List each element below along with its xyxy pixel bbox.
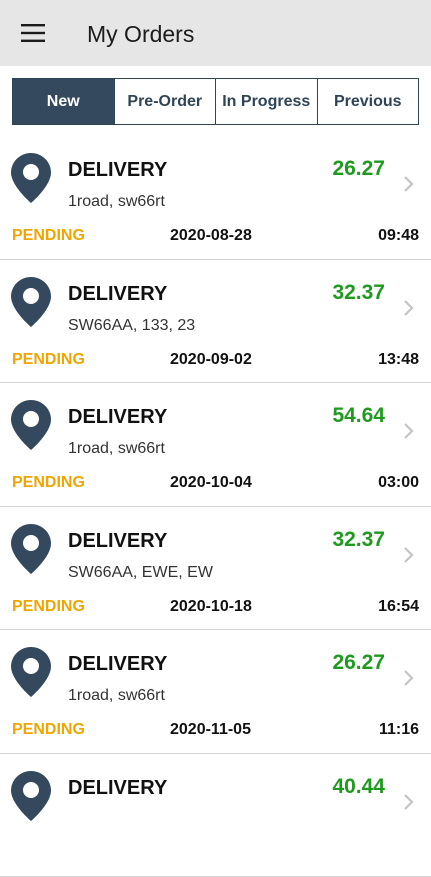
order-address: SW66AA, EWE, EW [68, 563, 213, 583]
order-status: PENDING [12, 473, 85, 493]
order-type: DELIVERY [68, 652, 167, 676]
order-status: PENDING [12, 720, 85, 740]
tab-in-progress[interactable]: In Progress [215, 79, 317, 124]
order-item[interactable]: DELIVERY 32.37 SW66AA, EWE, EW PENDING 2… [0, 507, 431, 631]
order-list: DELIVERY 26.27 1road, sw66rt PENDING 202… [0, 136, 431, 877]
order-type: DELIVERY [68, 158, 167, 182]
chevron-right-icon [399, 421, 417, 441]
order-price: 26.27 [332, 651, 385, 675]
order-time: 16:54 [378, 597, 419, 617]
order-address: 1road, sw66rt [68, 686, 165, 706]
order-tabs: New Pre-Order In Progress Previous [12, 78, 419, 125]
chevron-right-icon [399, 298, 417, 318]
order-price: 32.37 [332, 528, 385, 552]
order-status: PENDING [12, 350, 85, 370]
location-pin-icon [11, 524, 51, 574]
location-pin-icon [11, 647, 51, 697]
page-title: My Orders [87, 19, 194, 49]
order-status: PENDING [12, 597, 85, 617]
chevron-right-icon [399, 545, 417, 565]
chevron-right-icon [399, 174, 417, 194]
order-time: 03:00 [378, 473, 419, 493]
order-price: 26.27 [332, 157, 385, 181]
order-address: 1road, sw66rt [68, 439, 165, 459]
location-pin-icon [11, 277, 51, 327]
order-date: 2020-10-18 [170, 597, 252, 617]
hamburger-menu-icon [21, 24, 45, 42]
order-price: 40.44 [332, 775, 385, 799]
chevron-right-icon [399, 668, 417, 688]
order-address: 1road, sw66rt [68, 192, 165, 212]
order-date: 2020-10-04 [170, 473, 252, 493]
order-item[interactable]: DELIVERY 40.44 [0, 754, 431, 877]
order-time: 09:48 [378, 226, 419, 246]
order-status: PENDING [12, 226, 85, 246]
app-bar: My Orders [0, 0, 431, 66]
menu-button[interactable] [14, 18, 52, 48]
order-time: 13:48 [378, 350, 419, 370]
order-address: SW66AA, 133, 23 [68, 316, 195, 336]
location-pin-icon [11, 153, 51, 203]
order-price: 32.37 [332, 281, 385, 305]
order-item[interactable]: DELIVERY 26.27 1road, sw66rt PENDING 202… [0, 630, 431, 754]
tab-pre-order[interactable]: Pre-Order [114, 79, 216, 124]
order-date: 2020-11-05 [170, 720, 251, 740]
order-type: DELIVERY [68, 282, 167, 306]
order-item[interactable]: DELIVERY 26.27 1road, sw66rt PENDING 202… [0, 136, 431, 260]
chevron-right-icon [399, 792, 417, 812]
order-type: DELIVERY [68, 529, 167, 553]
location-pin-icon [11, 771, 51, 821]
order-item[interactable]: DELIVERY 32.37 SW66AA, 133, 23 PENDING 2… [0, 260, 431, 384]
order-item[interactable]: DELIVERY 54.64 1road, sw66rt PENDING 202… [0, 383, 431, 507]
order-date: 2020-08-28 [170, 226, 252, 246]
tab-previous[interactable]: Previous [317, 79, 419, 124]
order-type: DELIVERY [68, 776, 167, 800]
order-price: 54.64 [332, 404, 385, 428]
order-date: 2020-09-02 [170, 350, 252, 370]
order-type: DELIVERY [68, 405, 167, 429]
tab-new[interactable]: New [13, 79, 114, 124]
order-time: 11:16 [379, 720, 419, 740]
location-pin-icon [11, 400, 51, 450]
